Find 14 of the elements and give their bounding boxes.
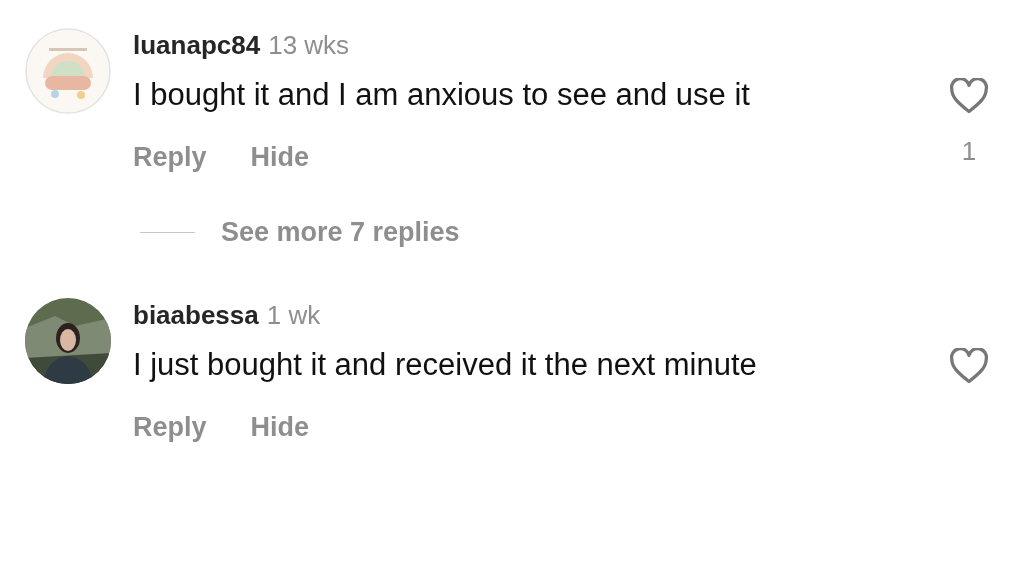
username[interactable]: luanapc84 — [133, 30, 261, 61]
timestamp: 13 wks — [268, 30, 350, 61]
like-count: 1 — [961, 136, 977, 167]
heart-icon[interactable] — [949, 78, 989, 114]
comment-text: I bought it and I am anxious to see and use it — [133, 76, 751, 114]
comment-action-link[interactable]: Reply — [133, 412, 207, 443]
heart-icon[interactable] — [949, 348, 989, 384]
comment-action-link[interactable]: Reply — [133, 142, 207, 173]
comment-text: I just bought it and received it the next minute — [133, 346, 758, 384]
comment-action-link[interactable]: Hide — [250, 412, 310, 443]
timestamp: 1 wk — [266, 300, 321, 331]
username[interactable]: biaabessa — [133, 300, 259, 331]
comment-action-link[interactable]: Hide — [250, 142, 310, 173]
see-more-replies-link[interactable]: See more 7 replies — [221, 217, 460, 248]
